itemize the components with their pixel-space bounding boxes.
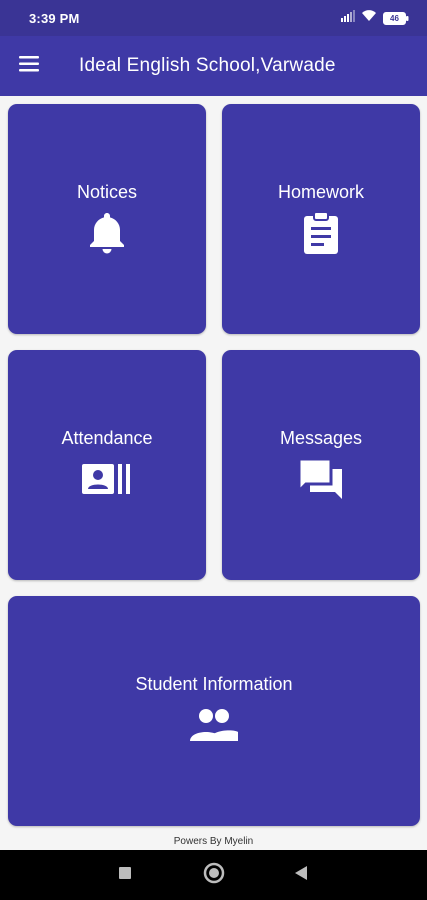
back-button[interactable] [276,850,326,900]
home-circle-icon [203,862,225,889]
bell-icon [87,209,127,257]
battery-icon: 46 [383,11,409,25]
tile-label-attendance: Attendance [61,428,153,448]
tile-label-notices: Notices [76,182,138,202]
dashboard-grid: Notices Homework Attendance Messages Stu… [0,96,427,850]
attendance-card-icon [81,455,133,503]
status-icons: 46 [341,10,409,26]
system-nav-bar [0,850,427,900]
tile-student-information[interactable]: Student Information [8,596,420,826]
tile-homework[interactable]: Homework [222,104,420,334]
back-triangle-icon [294,865,308,886]
tile-label-student-information: Student Information [135,674,293,694]
tile-label-messages: Messages [279,428,363,448]
tile-label-homework: Homework [277,182,365,202]
app-title: Ideal English School,Varwade [79,55,336,76]
tile-notices[interactable]: Notices [8,104,206,334]
people-icon [189,701,239,749]
status-time: 3:39 PM [29,11,80,26]
signal-icon [341,9,355,27]
chat-icon [297,455,345,503]
tile-messages[interactable]: Messages [222,350,420,580]
menu-button[interactable] [12,48,48,84]
tile-attendance[interactable]: Attendance [8,350,206,580]
battery-level: 46 [390,13,399,23]
menu-icon [19,55,41,77]
footer-credit: Powers By Myelin [173,836,254,847]
wifi-icon [361,9,377,27]
recents-square-icon [118,866,132,885]
home-button[interactable] [189,850,239,900]
clipboard-icon [301,209,341,257]
status-bar: 3:39 PM 46 [0,0,427,36]
app-bar: Ideal English School,Varwade [0,36,427,96]
recents-button[interactable] [100,850,150,900]
